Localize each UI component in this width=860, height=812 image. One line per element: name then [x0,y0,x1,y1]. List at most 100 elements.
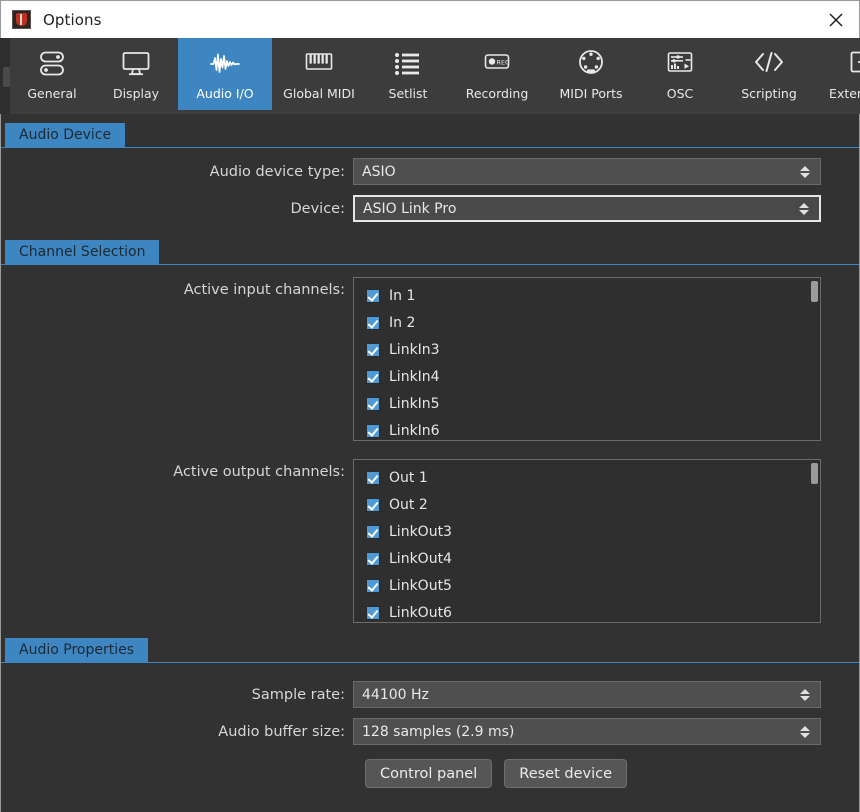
device-combo[interactable]: ASIO Link Pro [353,195,821,222]
checkbox-checked-icon[interactable] [366,288,380,303]
channel-label: LinkIn4 [389,368,440,385]
output-channels-list: Out 1 Out 2 LinkOut3 LinkOut4 LinkOut5 LinkOu… [354,464,820,622]
tab-general[interactable]: General [10,38,94,110]
label-active-output-channels: Active output channels: [173,464,345,480]
scrollbar-thumb[interactable] [811,281,818,302]
section-rule [1,264,859,265]
tab-label: Scripting [741,86,797,101]
sample-rate-combo[interactable]: 44100 Hz [353,681,821,708]
tab-label: General [27,86,77,101]
output-channels-listbox[interactable]: Out 1 Out 2 LinkOut3 LinkOut4 LinkOut5 LinkOu… [353,459,821,623]
checkbox-checked-icon[interactable] [366,605,380,620]
tab-label: Extensions [829,86,860,101]
channel-label: LinkIn3 [389,341,440,358]
channel-label: LinkOut3 [389,523,452,540]
output-channels-scrollbar[interactable] [811,463,818,621]
tab-label: Display [112,86,160,101]
code-brackets-icon [752,47,786,81]
label-active-input-channels: Active input channels: [183,282,345,298]
tab-scripting[interactable]: Scripting [722,38,816,110]
tab-osc[interactable]: OSC [638,38,722,110]
svg-text:REC: REC [497,59,510,67]
cantabile-logo-icon [12,10,31,29]
audio-device-type-combo[interactable]: ASIO [353,158,821,185]
audio-buffer-size-value: 128 samples (2.9 ms) [362,723,515,740]
field-active-input-channels: Active input channels: In 1 In 2 LinkIn3 Li… [1,277,859,441]
checkbox-checked-icon[interactable] [366,551,380,566]
channel-label: LinkIn5 [389,395,440,412]
checkbox-checked-icon[interactable] [366,423,380,438]
device-value: ASIO Link Pro [363,200,457,217]
tab-setlist[interactable]: Setlist [366,38,450,110]
close-icon [829,13,843,26]
audio-buffer-size-combo[interactable]: 128 samples (2.9 ms) [353,718,821,745]
tab-recording[interactable]: REC Recording [450,38,544,110]
channel-row[interactable]: Out 1 [354,464,820,491]
section-rule [1,147,859,148]
piano-keys-icon [302,47,336,81]
checkbox-checked-icon[interactable] [366,396,380,411]
checkbox-checked-icon[interactable] [366,497,380,512]
reset-device-button[interactable]: Reset device [504,759,628,788]
input-channels-list: In 1 In 2 LinkIn3 LinkIn4 LinkIn5 LinkIn6 [354,282,820,440]
channel-row[interactable]: LinkOut3 [354,518,820,545]
channel-label: LinkIn6 [389,422,440,439]
channel-row[interactable]: LinkIn5 [354,390,820,417]
window-title: Options [43,10,102,29]
tab-label: Global MIDI [283,86,355,101]
label-audio-device-type: Audio device type: [209,163,345,180]
chevron-updown-icon [799,202,809,215]
plus-box-icon [846,47,860,81]
checkbox-checked-icon[interactable] [366,369,380,384]
osc-mixer-icon [663,47,697,81]
channel-row[interactable]: In 1 [354,282,820,309]
input-channels-scrollbar[interactable] [811,281,818,439]
chevron-updown-icon [800,165,810,178]
tab-display[interactable]: Display [94,38,178,110]
channel-row[interactable]: LinkIn3 [354,336,820,363]
field-audio-device-type: Audio device type: ASIO [1,158,859,185]
section-header-audio-properties: Audio Properties [1,638,859,663]
sample-rate-value: 44100 Hz [362,686,429,703]
checkbox-checked-icon[interactable] [366,578,380,593]
close-button[interactable] [813,1,859,38]
channel-row[interactable]: LinkOut4 [354,545,820,572]
tab-midi-ports[interactable]: MIDI Ports [544,38,638,110]
checkbox-checked-icon[interactable] [366,315,380,330]
channel-label: In 1 [389,287,416,304]
tab-global-midi[interactable]: Global MIDI [272,38,366,110]
tab-label: Recording [465,86,529,101]
toolbar-scroll-edge[interactable] [0,38,10,114]
tab-extensions[interactable]: Extensions [816,38,860,110]
rec-button-icon: REC [480,47,514,81]
section-header-channel-selection: Channel Selection [1,240,859,265]
channel-label: LinkOut4 [389,550,452,567]
checkbox-checked-icon[interactable] [366,342,380,357]
audio-device-type-value: ASIO [362,163,396,180]
channel-row[interactable]: LinkOut6 [354,599,820,622]
server-stack-icon [35,47,69,81]
tab-label: OSC [666,86,694,101]
control-panel-button[interactable]: Control panel [365,759,493,788]
checkbox-checked-icon[interactable] [366,470,380,485]
field-active-output-channels: Active output channels: Out 1 Out 2 LinkOu… [1,459,859,623]
channel-label: LinkOut5 [389,577,452,594]
options-toolbar: General Display Audio I/O Global MIDI Setlis… [0,38,860,114]
field-audio-buffer-size: Audio buffer size: 128 samples (2.9 ms) [1,718,859,745]
input-channels-listbox[interactable]: In 1 In 2 LinkIn3 LinkIn4 LinkIn5 LinkIn6 [353,277,821,441]
label-device: Device: [290,200,345,217]
options-window: Options General Display Audio I/O Global MI… [0,0,860,812]
list-icon [391,47,425,81]
checkbox-checked-icon[interactable] [366,524,380,539]
channel-row[interactable]: Out 2 [354,491,820,518]
channel-row[interactable]: LinkIn6 [354,417,820,440]
options-body: Audio Device Audio device type: ASIO Dev… [0,114,860,812]
channel-row[interactable]: LinkOut5 [354,572,820,599]
tab-audio-i-o[interactable]: Audio I/O [178,38,272,110]
channel-row[interactable]: LinkIn4 [354,363,820,390]
channel-row[interactable]: In 2 [354,309,820,336]
midi-din-icon [574,47,608,81]
scrollbar-thumb[interactable] [811,463,818,484]
waveform-icon [208,47,242,81]
tab-label: Setlist [388,86,428,101]
